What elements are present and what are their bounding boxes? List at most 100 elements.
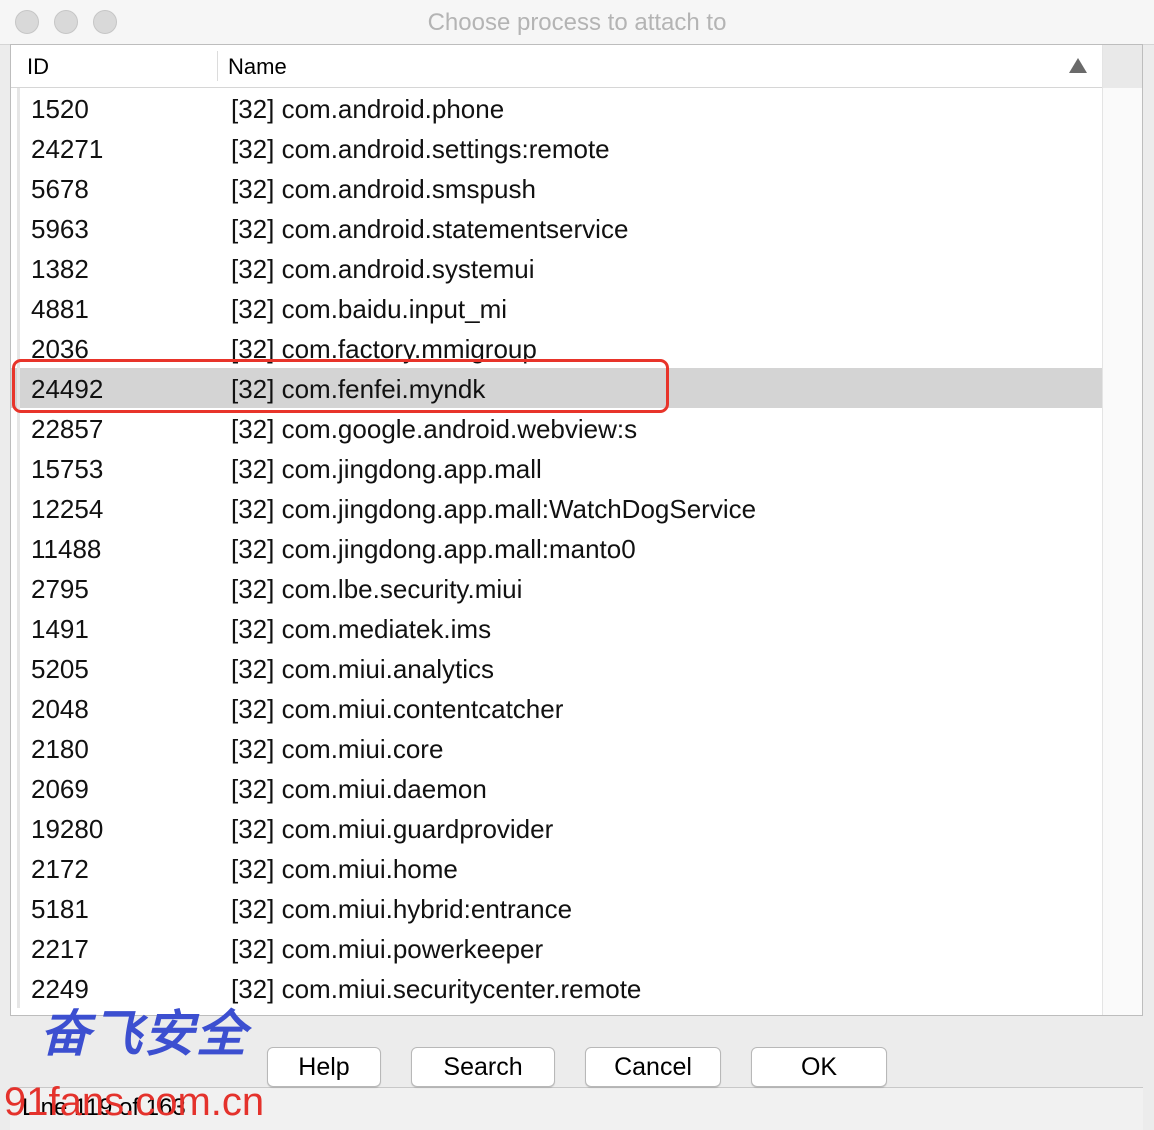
cell-process-name: [32] com.google.android.webview:s	[231, 414, 638, 444]
attach-process-dialog: Choose process to attach to ID Name 1520…	[0, 0, 1154, 1130]
cell-process-name: [32] com.miui.daemon	[231, 774, 487, 804]
cell-process-id: 2217	[31, 934, 89, 964]
cell-process-id: 1382	[31, 254, 89, 284]
cell-process-name: [32] com.miui.powerkeeper	[231, 934, 544, 964]
row-gutter	[17, 808, 20, 848]
cell-process-name: [32] com.miui.hybrid:entrance	[231, 894, 573, 924]
cell-process-name: [32] com.jingdong.app.mall:manto0	[231, 534, 636, 564]
table-row[interactable]: 2069 [32] com.miui.daemon	[11, 768, 1102, 808]
row-gutter	[17, 928, 20, 968]
table-row[interactable]: 2036 [32] com.factory.mmigroup	[11, 328, 1102, 368]
process-list: 1520 [32] com.android.phone 24271 [32] com.…	[11, 88, 1102, 1015]
table-row[interactable]: 2249 [32] com.miui.securitycenter.remote	[11, 968, 1102, 1008]
row-gutter	[17, 328, 20, 368]
cell-process-id: 2249	[31, 974, 89, 1004]
sort-ascending-icon[interactable]	[1069, 58, 1087, 73]
table-row[interactable]: 5678 [32] com.android.smspush	[11, 168, 1102, 208]
table-header: ID Name	[11, 45, 1102, 88]
row-gutter	[17, 208, 20, 248]
window-title: Choose process to attach to	[427, 9, 727, 36]
vertical-scrollbar[interactable]	[1102, 45, 1142, 1015]
cell-process-id: 11488	[31, 534, 102, 564]
cell-process-id: 1520	[31, 94, 89, 124]
row-gutter	[17, 768, 20, 808]
cell-process-id: 5963	[31, 214, 89, 244]
cell-process-name: [32] com.miui.guardprovider	[231, 814, 554, 844]
cell-process-id: 1491	[31, 614, 89, 644]
cell-process-name: [32] com.fenfei.myndk	[231, 374, 486, 404]
cell-process-id: 24271	[31, 134, 104, 164]
row-gutter	[17, 608, 20, 648]
row-gutter	[17, 688, 20, 728]
cancel-button[interactable]: Cancel	[585, 1047, 721, 1087]
table-row[interactable]: 1520 [32] com.android.phone	[11, 88, 1102, 128]
row-gutter	[17, 288, 20, 328]
cell-process-id: 2036	[31, 334, 89, 364]
row-gutter	[17, 248, 20, 288]
table-row[interactable]: 1491 [32] com.mediatek.ims	[11, 608, 1102, 648]
table-row[interactable]: 24271 [32] com.android.settings:remote	[11, 128, 1102, 168]
cell-process-name: [32] com.android.statementservice	[231, 214, 629, 244]
row-gutter	[17, 648, 20, 688]
table-row[interactable]: 5963 [32] com.android.statementservice	[11, 208, 1102, 248]
column-divider[interactable]	[217, 51, 218, 81]
cell-process-name: [32] com.miui.contentcatcher	[231, 694, 564, 724]
table-row[interactable]: 4881 [32] com.baidu.input_mi	[11, 288, 1102, 328]
cell-process-id: 2048	[31, 694, 89, 724]
cell-process-name: [32] com.android.phone	[231, 94, 505, 124]
cell-process-id: 2795	[31, 574, 89, 604]
table-row[interactable]: 2172 [32] com.miui.home	[11, 848, 1102, 888]
row-gutter	[17, 728, 20, 768]
table-row[interactable]: 2217 [32] com.miui.powerkeeper	[11, 928, 1102, 968]
cell-process-id: 2172	[31, 854, 89, 884]
row-gutter	[17, 528, 20, 568]
table-row[interactable]: 2795 [32] com.lbe.security.miui	[11, 568, 1102, 608]
column-header-id[interactable]: ID	[27, 45, 49, 88]
cell-process-name: [32] com.android.smspush	[231, 174, 536, 204]
table-row[interactable]: 11488 [32] com.jingdong.app.mall:manto0	[11, 528, 1102, 568]
row-gutter	[17, 128, 20, 168]
cell-process-id: 4881	[31, 294, 89, 324]
row-gutter	[17, 368, 20, 408]
cell-process-name: [32] com.miui.securitycenter.remote	[231, 974, 642, 1004]
cell-process-id: 19280	[31, 814, 104, 844]
cell-process-name: [32] com.miui.analytics	[231, 654, 494, 684]
process-table: ID Name 1520 [32] com.android.phone 24271 […	[10, 44, 1143, 1016]
table-row[interactable]: 24492 [32] com.fenfei.myndk	[11, 368, 1102, 408]
scrollbar-header-corner	[1103, 45, 1142, 88]
cell-process-id: 5181	[31, 894, 89, 924]
row-gutter	[17, 968, 20, 1008]
row-gutter	[17, 848, 20, 888]
cell-process-id: 5205	[31, 654, 89, 684]
ok-button[interactable]: OK	[751, 1047, 887, 1087]
table-row[interactable]: 19280 [32] com.miui.guardprovider	[11, 808, 1102, 848]
cell-process-id: 2069	[31, 774, 89, 804]
cell-process-id: 15753	[31, 454, 104, 484]
table-row[interactable]: 2180 [32] com.miui.core	[11, 728, 1102, 768]
help-button[interactable]: Help	[267, 1047, 381, 1087]
column-header-name[interactable]: Name	[228, 45, 287, 88]
cell-process-id: 22857	[31, 414, 104, 444]
cell-process-name: [32] com.jingdong.app.mall:WatchDogServi…	[231, 494, 757, 524]
search-button[interactable]: Search	[411, 1047, 555, 1087]
table-row[interactable]: 22857 [32] com.google.android.webview:s	[11, 408, 1102, 448]
cell-process-name: [32] com.baidu.input_mi	[231, 294, 508, 324]
cell-process-name: [32] com.lbe.security.miui	[231, 574, 523, 604]
cell-process-name: [32] com.android.systemui	[231, 254, 535, 284]
cell-process-name: [32] com.android.settings:remote	[231, 134, 610, 164]
row-gutter	[17, 168, 20, 208]
cell-process-id: 12254	[31, 494, 104, 524]
table-row[interactable]: 2048 [32] com.miui.contentcatcher	[11, 688, 1102, 728]
row-gutter	[17, 408, 20, 448]
table-row[interactable]: 5205 [32] com.miui.analytics	[11, 648, 1102, 688]
cell-process-name: [32] com.jingdong.app.mall	[231, 454, 542, 484]
row-gutter	[17, 448, 20, 488]
table-row[interactable]: 1382 [32] com.android.systemui	[11, 248, 1102, 288]
cell-process-id: 5678	[31, 174, 89, 204]
table-row[interactable]: 15753 [32] com.jingdong.app.mall	[11, 448, 1102, 488]
watermark-brand: 奋飞安全	[40, 1004, 248, 1063]
table-row[interactable]: 12254 [32] com.jingdong.app.mall:WatchDog…	[11, 488, 1102, 528]
row-gutter	[17, 88, 20, 128]
table-row[interactable]: 5181 [32] com.miui.hybrid:entrance	[11, 888, 1102, 928]
row-gutter	[17, 888, 20, 928]
